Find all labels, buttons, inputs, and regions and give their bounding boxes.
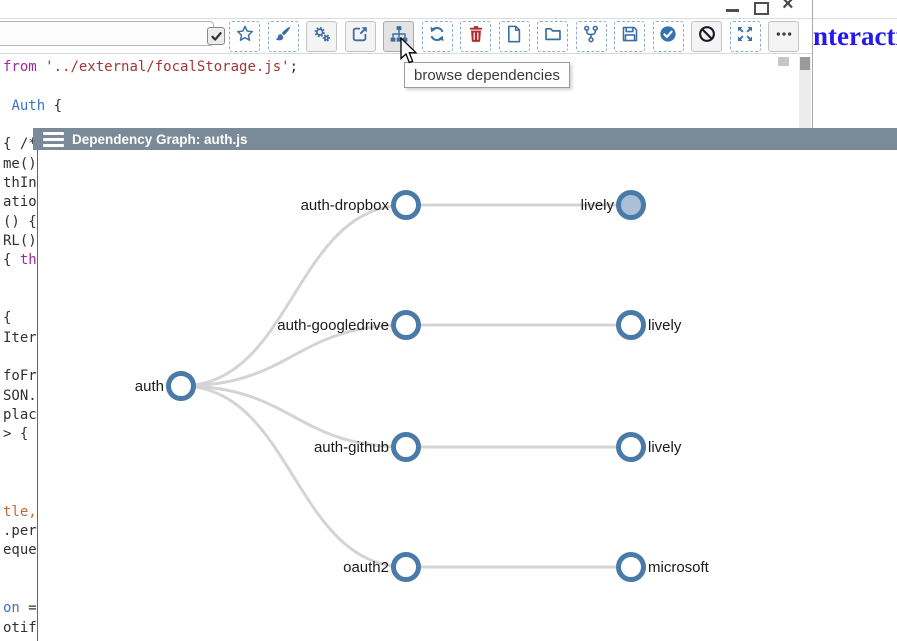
editor-window-border — [812, 0, 813, 128]
graph-node-label: lively — [581, 197, 615, 214]
panel-header[interactable]: Dependency Graph: auth.js — [33, 128, 897, 150]
ban-icon — [698, 25, 716, 48]
settings-button[interactable] — [306, 21, 337, 52]
fork-button[interactable] — [576, 21, 607, 52]
page-heading: nteracti — [813, 20, 897, 54]
graph-edge — [181, 325, 406, 386]
paintbrush-icon — [274, 25, 292, 48]
gears-icon — [313, 25, 331, 48]
dependency-graph: auth auth-dropbox auth-googledrive auth-git… — [38, 150, 896, 640]
hamburger-icon[interactable] — [43, 129, 64, 150]
graph-node-lively-3[interactable] — [619, 435, 644, 460]
file-icon — [505, 25, 523, 48]
cancel-button[interactable] — [691, 21, 722, 52]
graph-node-auth-dropbox[interactable] — [394, 193, 419, 218]
fullscreen-button[interactable] — [730, 21, 761, 52]
favorite-button[interactable] — [229, 21, 260, 52]
open-folder-button[interactable] — [537, 21, 568, 52]
close-icon[interactable]: × — [782, 0, 794, 14]
check-icon — [210, 30, 223, 43]
mouse-cursor-icon — [400, 37, 419, 70]
new-file-button[interactable] — [499, 21, 530, 52]
graph-node-label: auth — [135, 378, 164, 395]
graph-edge — [181, 205, 406, 386]
check-circle-icon — [659, 25, 677, 48]
graph-node-auth-googledrive[interactable] — [394, 313, 419, 338]
graph-node-label: oauth2 — [343, 559, 389, 576]
graph-node-oauth2[interactable] — [394, 555, 419, 580]
graph-node-label: auth-googledrive — [277, 317, 389, 334]
panel-body: auth auth-dropbox auth-googledrive auth-git… — [38, 150, 897, 641]
accept-button[interactable] — [653, 21, 684, 52]
external-link-icon — [351, 25, 369, 48]
editor-toolbar — [229, 21, 799, 52]
graph-node-auth-github[interactable] — [394, 435, 419, 460]
window-controls: × — [718, 0, 810, 18]
graph-node-label: auth-dropbox — [301, 197, 390, 214]
graph-node-label: lively — [648, 317, 682, 334]
code-line: Auth { — [3, 97, 809, 116]
editor-scrollbar-corner — [778, 57, 789, 66]
auto-update-checkbox[interactable] — [207, 27, 225, 45]
panel-title: Dependency Graph: auth.js — [72, 132, 248, 147]
expand-arrows-icon — [736, 25, 754, 48]
folder-icon — [544, 25, 562, 48]
delete-button[interactable] — [460, 21, 491, 52]
graph-edge — [181, 386, 406, 567]
style-button[interactable] — [268, 21, 299, 52]
tooltip: browse dependencies — [404, 62, 570, 88]
dependency-graph-panel: Dependency Graph: auth.js auth auth-dropb… — [37, 128, 897, 641]
graph-node-auth[interactable] — [169, 374, 194, 399]
tooltip-text: browse dependencies — [414, 67, 560, 84]
search-input[interactable] — [0, 21, 214, 46]
minimize-icon[interactable] — [726, 9, 739, 12]
titlebar-divider — [0, 18, 897, 19]
code-fork-icon — [582, 25, 600, 48]
graph-node-label: microsoft — [648, 559, 710, 576]
maximize-icon[interactable] — [754, 2, 769, 15]
graph-node-label: auth-github — [314, 439, 389, 456]
more-button[interactable] — [768, 21, 799, 52]
open-external-button[interactable] — [345, 21, 376, 52]
graph-node-label: lively — [648, 439, 682, 456]
reload-button[interactable] — [422, 21, 453, 52]
editor-scrollbar-thumb[interactable] — [800, 57, 810, 70]
star-icon — [236, 25, 254, 48]
trash-icon — [467, 25, 485, 48]
graph-node-lively-1[interactable] — [619, 193, 644, 218]
graph-node-lively-2[interactable] — [619, 313, 644, 338]
graph-edge — [181, 386, 406, 447]
save-button[interactable] — [614, 21, 645, 52]
screen: nteracti × from '../external/focalStorag… — [0, 0, 897, 641]
ellipsis-icon — [775, 25, 793, 48]
floppy-icon — [621, 25, 639, 48]
refresh-icon — [428, 25, 446, 48]
graph-node-microsoft[interactable] — [619, 555, 644, 580]
